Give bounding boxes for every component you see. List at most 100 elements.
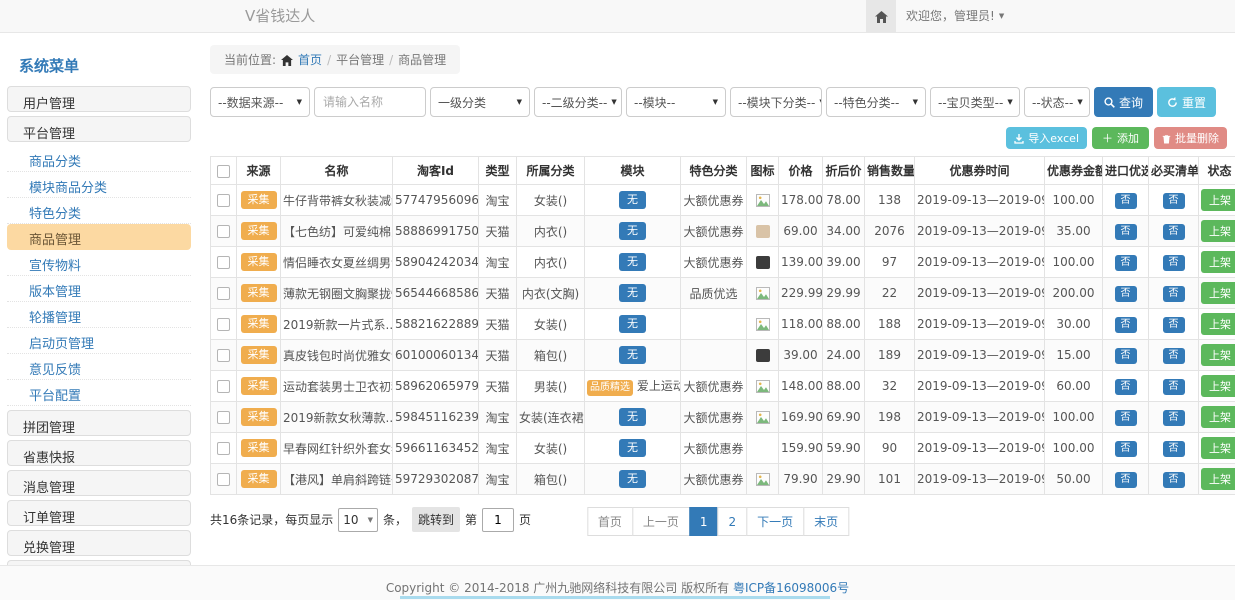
status-button[interactable]: 上架 — [1201, 313, 1235, 335]
filter-select[interactable]: --模块下分类--▼ — [730, 87, 822, 117]
sidebar-item[interactable]: 商品分类 — [7, 146, 191, 172]
column-header: 来源 — [237, 157, 281, 185]
row-checkbox[interactable] — [217, 225, 230, 238]
batch-delete-button[interactable]: 批量删除 — [1154, 127, 1227, 149]
status-button[interactable]: 上架 — [1201, 251, 1235, 273]
jump-page-input[interactable] — [482, 508, 514, 532]
sidebar-section[interactable]: 消息管理 — [7, 470, 191, 496]
filter-select[interactable]: --状态--▼ — [1024, 87, 1090, 117]
page-button-上一页[interactable]: 上一页 — [632, 507, 690, 536]
sidebar-item[interactable]: 版本管理 — [7, 276, 191, 302]
row-checkbox[interactable] — [217, 256, 230, 269]
row-checkbox[interactable] — [217, 411, 230, 424]
status-button[interactable]: 上架 — [1201, 189, 1235, 211]
must-buy-toggle[interactable]: 否 — [1163, 348, 1185, 364]
sidebar-item[interactable]: 宣传物料 — [7, 250, 191, 276]
filter-select-label: --数据来源-- — [218, 94, 283, 111]
sidebar-section[interactable]: 省惠快报 — [7, 440, 191, 466]
filter-select[interactable]: --数据来源-- ▼ — [210, 87, 310, 117]
page-button-首页[interactable]: 首页 — [587, 507, 633, 536]
must-buy-toggle[interactable]: 否 — [1163, 379, 1185, 395]
row-checkbox[interactable] — [217, 287, 230, 300]
status-button[interactable]: 上架 — [1201, 375, 1235, 397]
filter-select[interactable]: --模块--▼ — [626, 87, 726, 117]
status-button[interactable]: 上架 — [1201, 282, 1235, 304]
must-buy-toggle[interactable]: 否 — [1163, 441, 1185, 457]
row-checkbox[interactable] — [217, 349, 230, 362]
column-header: 折后价 — [823, 157, 865, 185]
filter-select[interactable]: --宝贝类型--▼ — [930, 87, 1020, 117]
home-button[interactable] — [866, 0, 896, 32]
search-button[interactable]: 查询 — [1094, 87, 1153, 117]
import-select-toggle[interactable]: 否 — [1115, 286, 1137, 302]
sales-count: 2076 — [865, 216, 915, 247]
sidebar-section[interactable]: 拼团管理 — [7, 410, 191, 436]
home-icon — [875, 9, 888, 23]
sidebar-item[interactable]: 启动页管理 — [7, 328, 191, 354]
status-button[interactable]: 上架 — [1201, 468, 1235, 490]
filter-select[interactable]: --特色分类--▼ — [826, 87, 926, 117]
status-button[interactable]: 上架 — [1201, 344, 1235, 366]
must-buy-toggle[interactable]: 否 — [1163, 410, 1185, 426]
module-badge: 品质精选 — [587, 380, 633, 396]
must-buy-toggle[interactable]: 否 — [1163, 224, 1185, 240]
reset-button[interactable]: 重置 — [1157, 87, 1216, 117]
jump-to-button[interactable]: 跳转到 — [412, 507, 460, 532]
row-checkbox[interactable] — [217, 442, 230, 455]
import-select-toggle[interactable]: 否 — [1115, 317, 1137, 333]
page-button-2[interactable]: 2 — [718, 507, 748, 536]
import-select-toggle[interactable]: 否 — [1115, 224, 1137, 240]
add-button[interactable]: ＋ 添加 — [1092, 127, 1149, 149]
module-cell: 无 — [585, 340, 681, 371]
status-button[interactable]: 上架 — [1201, 406, 1235, 428]
sidebar-item[interactable]: 平台配置 — [7, 380, 191, 406]
must-buy-toggle[interactable]: 否 — [1163, 286, 1185, 302]
sidebar-section[interactable]: 订单管理 — [7, 500, 191, 526]
sidebar-section[interactable]: 用户管理 — [7, 86, 191, 112]
breadcrumb-home-link[interactable]: 首页 — [298, 51, 322, 68]
sidebar-item[interactable]: 模块商品分类 — [7, 172, 191, 198]
must-buy-toggle[interactable]: 否 — [1163, 193, 1185, 209]
row-checkbox[interactable] — [217, 473, 230, 486]
page-button-下一页[interactable]: 下一页 — [746, 507, 804, 536]
status-button[interactable]: 上架 — [1201, 220, 1235, 242]
row-checkbox[interactable] — [217, 380, 230, 393]
platform-type: 天猫 — [479, 216, 517, 247]
row-checkbox[interactable] — [217, 318, 230, 331]
row-checkbox[interactable] — [217, 194, 230, 207]
filter-select[interactable]: 一级分类▼ — [430, 87, 530, 117]
chevron-down-icon: ▼ — [297, 98, 302, 106]
must-buy-toggle[interactable]: 否 — [1163, 472, 1185, 488]
product-name: 【七色纺】可爱纯棉家... — [281, 216, 393, 247]
name-search-input[interactable] — [314, 87, 426, 117]
price: 69.00 — [779, 216, 823, 247]
select-all-checkbox[interactable] — [217, 165, 230, 178]
sidebar-item[interactable]: 意见反馈 — [7, 354, 191, 380]
coupon-time: 2019-09-13—2019-09-19 — [915, 309, 1045, 340]
import-excel-button[interactable]: 导入excel — [1006, 127, 1087, 149]
coupon-amount: 30.00 — [1045, 309, 1103, 340]
status-button[interactable]: 上架 — [1201, 437, 1235, 459]
must-buy-toggle[interactable]: 否 — [1163, 255, 1185, 271]
import-select-toggle[interactable]: 否 — [1115, 193, 1137, 209]
per-page-select[interactable]: 10▼ — [338, 508, 378, 532]
import-select-toggle[interactable]: 否 — [1115, 379, 1137, 395]
column-header: 淘客Id — [393, 157, 479, 185]
sidebar-section[interactable]: 平台管理 — [7, 116, 191, 142]
icp-link[interactable]: 粤ICP备16098006号 — [733, 581, 849, 595]
sidebar-section[interactable]: 兑换管理 — [7, 530, 191, 556]
import-select-toggle[interactable]: 否 — [1115, 441, 1137, 457]
filter-select[interactable]: --二级分类--▼ — [534, 87, 622, 117]
sidebar-item[interactable]: 特色分类 — [7, 198, 191, 224]
import-select-toggle[interactable]: 否 — [1115, 410, 1137, 426]
page-button-末页[interactable]: 末页 — [803, 507, 849, 536]
icon-cell — [747, 464, 779, 495]
sidebar-item[interactable]: 轮播管理 — [7, 302, 191, 328]
import-select-toggle[interactable]: 否 — [1115, 255, 1137, 271]
import-select-toggle[interactable]: 否 — [1115, 348, 1137, 364]
import-select-toggle[interactable]: 否 — [1115, 472, 1137, 488]
page-button-1[interactable]: 1 — [689, 507, 719, 536]
user-menu[interactable]: 欢迎您，管理员!▼ — [906, 0, 1004, 33]
must-buy-toggle[interactable]: 否 — [1163, 317, 1185, 333]
sidebar-item[interactable]: 商品管理 — [7, 224, 191, 250]
